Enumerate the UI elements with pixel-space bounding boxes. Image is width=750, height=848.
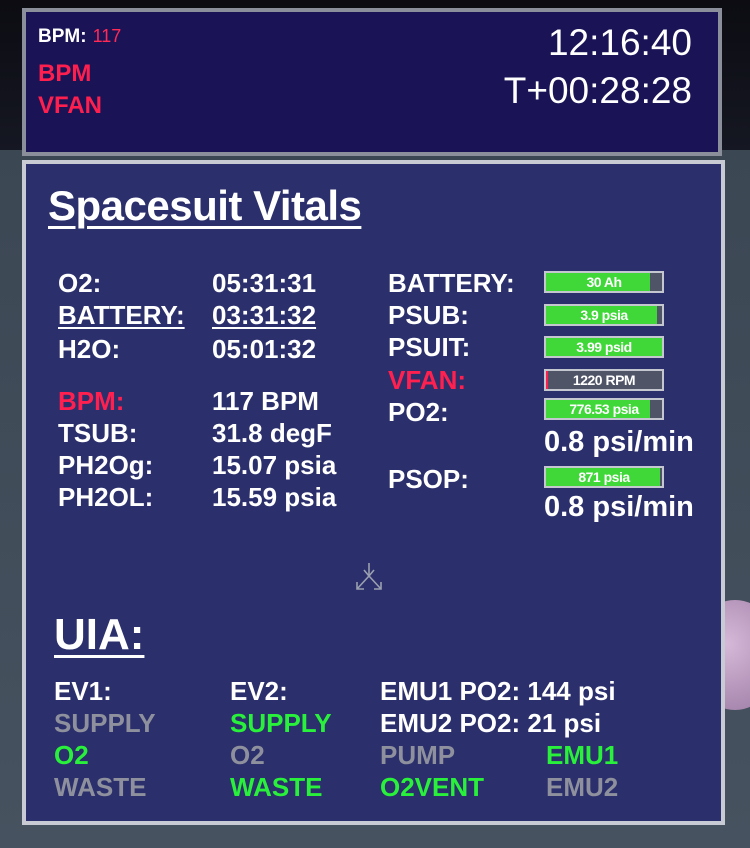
gauge-vfan-label: VFAN: (388, 365, 466, 395)
header-bpm: BPM: 117 (38, 26, 121, 48)
timer-h2o-value: 05:01:32 (212, 334, 317, 364)
scene-background: BPM: 117 BPM VFAN 12:16:40 T+00:28:28 Spa… (0, 0, 750, 848)
uia-title: UIA: (54, 610, 145, 659)
timer-battery-label: BATTERY: (58, 300, 185, 330)
uia-ev2-o2[interactable]: O2 (230, 740, 265, 771)
crosshair-icon (356, 563, 382, 590)
reading-tsub-value: 31.8 degF (212, 418, 332, 448)
gauge-psuit-value: 3.99 psid (576, 339, 632, 355)
mission-elapsed-time: T+00:28:28 (503, 70, 692, 111)
vitals-panel: Spacesuit Vitals O2: 05:31:31 BATTERY: 0… (22, 160, 725, 825)
uia-emu1-po2: EMU1 PO2: 144 psi (380, 676, 616, 706)
gauge-psuit-label: PSUIT: (388, 332, 471, 362)
alert-vfan: VFAN (38, 92, 103, 119)
uia-emu1[interactable]: EMU1 (546, 740, 618, 771)
clock: 12:16:40 (547, 22, 692, 63)
uia-ev2-waste[interactable]: WASTE (230, 772, 322, 803)
uia-ev1-o2[interactable]: O2 (54, 740, 89, 771)
gauge-psub-label: PSUB: (388, 300, 469, 330)
uia-ev1-label: EV1: (54, 676, 112, 706)
po2-rate: 0.8 psi/min (544, 426, 694, 458)
gauge-po2-value: 776.53 psia (569, 401, 639, 417)
gauge-vfan-bar: 1220 RPM (544, 369, 664, 391)
status-header: BPM: 117 BPM VFAN 12:16:40 T+00:28:28 (22, 8, 722, 156)
uia-ev1-waste[interactable]: WASTE (54, 772, 146, 803)
reading-ph2og-label: PH2Og: (58, 450, 154, 480)
gauge-po2-label: PO2: (388, 397, 449, 427)
gauge-po2-bar: 776.53 psia (544, 398, 664, 420)
uia-ev2-supply[interactable]: SUPPLY (230, 708, 332, 739)
header-bpm-label: BPM: (38, 26, 87, 47)
uia-pump[interactable]: PUMP (380, 740, 455, 771)
reading-tsub-label: TSUB: (58, 418, 138, 448)
gauge-psuit-bar: 3.99 psid (544, 336, 664, 358)
uia-emu2[interactable]: EMU2 (546, 772, 618, 803)
alert-bpm: BPM (38, 60, 92, 87)
uia-emu2-po2: EMU2 PO2: 21 psi (380, 708, 602, 738)
uia-o2vent[interactable]: O2VENT (380, 772, 484, 803)
uia-ev2-label: EV2: (230, 676, 288, 706)
timer-o2-label: O2: (58, 268, 102, 298)
gauge-psop-bar: 871 psia (544, 466, 664, 488)
reading-ph2ol-label: PH2OL: (58, 482, 154, 512)
gauge-vfan-value: 1220 RPM (572, 372, 636, 388)
gauge-battery-bar: 30 Ah (544, 271, 664, 293)
reading-ph2og-value: 15.07 psia (212, 450, 337, 480)
reading-bpm-label: BPM: (58, 386, 125, 416)
psop-rate: 0.8 psi/min (544, 491, 694, 523)
gauge-psop-value: 871 psia (578, 469, 630, 485)
reading-bpm-value: 117 BPM (212, 386, 319, 416)
gauge-battery-label: BATTERY: (388, 268, 515, 298)
gauge-battery-value: 30 Ah (586, 274, 622, 290)
timer-h2o-label: H2O: (58, 334, 121, 364)
uia-ev1-supply[interactable]: SUPPLY (54, 708, 156, 739)
timer-battery-value: 03:31:32 (212, 300, 317, 330)
gauge-psop-label: PSOP: (388, 464, 469, 494)
gauge-psub-value: 3.9 psia (580, 307, 628, 323)
header-bpm-value: 117 (92, 26, 122, 46)
panel-title: Spacesuit Vitals (48, 182, 362, 229)
reading-ph2ol-value: 15.59 psia (212, 482, 337, 512)
gauge-psub-bar: 3.9 psia (544, 304, 664, 326)
timer-o2-value: 05:31:31 (212, 268, 317, 298)
